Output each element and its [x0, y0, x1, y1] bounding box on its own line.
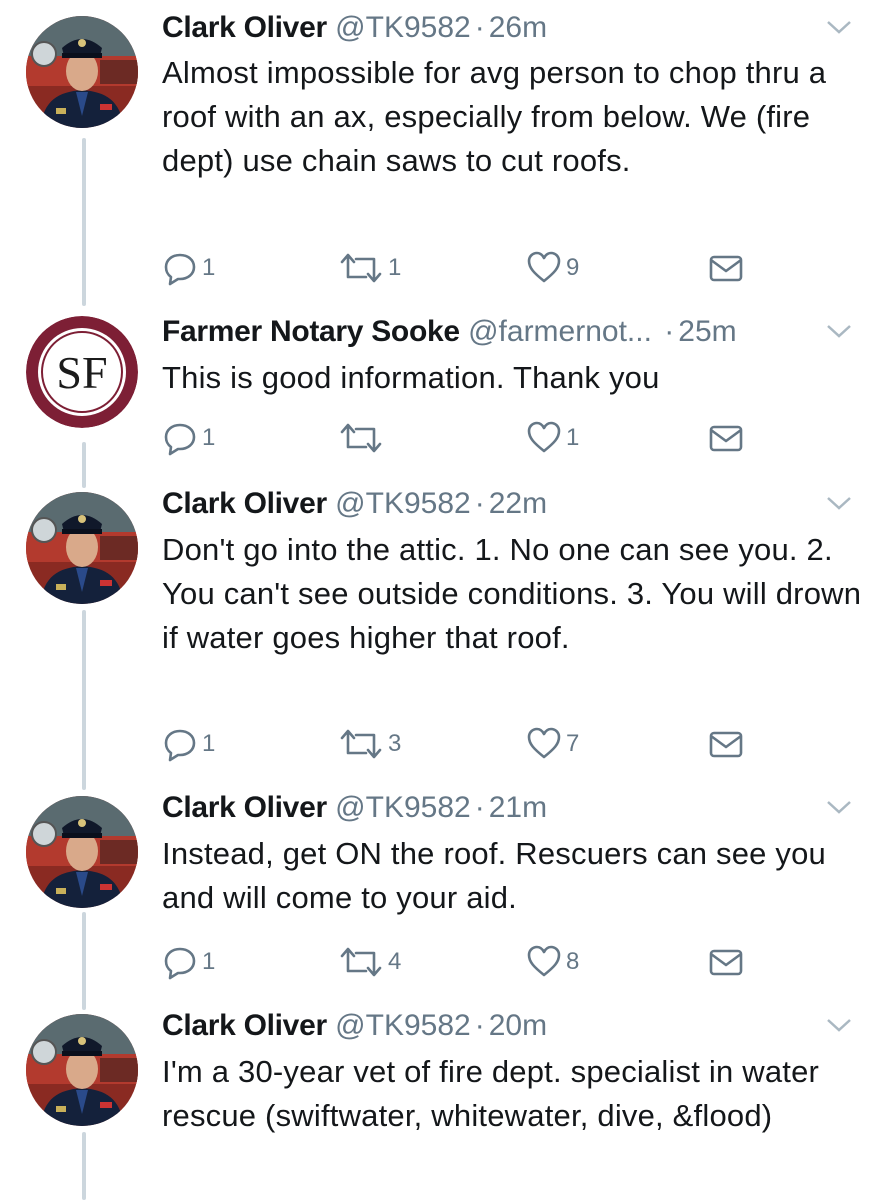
- author-name[interactable]: Farmer Notary Sooke: [162, 315, 460, 348]
- tweet-header: Clark Oliver @TK9582 · 22m: [162, 484, 861, 524]
- thread-line: [82, 442, 86, 488]
- chevron-down-icon[interactable]: [825, 492, 853, 514]
- reply-icon: [164, 947, 196, 980]
- reply-icon: [164, 423, 196, 456]
- avatar[interactable]: [26, 1014, 138, 1126]
- tweet-header: Clark Oliver @TK9582 · 26m: [162, 8, 861, 48]
- author-name[interactable]: Clark Oliver: [162, 487, 327, 520]
- like-button[interactable]: 8: [526, 944, 579, 980]
- tweet-header: Farmer Notary Sooke @farmernot... · 25m: [162, 312, 861, 352]
- message-button[interactable]: [708, 420, 744, 456]
- author-handle[interactable]: @TK9582: [335, 791, 471, 824]
- tweet-time[interactable]: 20m: [489, 1009, 547, 1042]
- tweet-actions: 1 3 7: [162, 726, 762, 762]
- retweet-icon: [340, 729, 382, 759]
- author-name[interactable]: Clark Oliver: [162, 1009, 327, 1042]
- tweet-time[interactable]: 26m: [489, 11, 547, 44]
- message-button[interactable]: [708, 944, 744, 980]
- thread-line: [82, 1132, 86, 1200]
- avatar[interactable]: [26, 16, 138, 128]
- avatar[interactable]: [26, 796, 138, 908]
- tweet-header: Clark Oliver @TK9582 · 20m: [162, 1006, 861, 1046]
- heart-icon: [527, 251, 561, 283]
- tweet-time[interactable]: 25m: [678, 315, 736, 348]
- like-button[interactable]: 9: [526, 250, 579, 286]
- separator-dot: ·: [474, 1009, 485, 1042]
- avatar[interactable]: [26, 492, 138, 604]
- reply-count: 1: [202, 254, 216, 281]
- like-count: 1: [566, 424, 580, 451]
- tweet-text: Almost impossible for avg person to chop…: [162, 55, 827, 178]
- heart-icon: [527, 727, 561, 759]
- separator-dot: ·: [664, 315, 675, 348]
- separator-dot: ·: [474, 791, 485, 824]
- retweet-icon: [340, 253, 382, 283]
- tweet-actions: 1 1 9: [162, 250, 762, 286]
- like-count: 8: [566, 948, 580, 975]
- retweet-count: 4: [388, 948, 402, 975]
- author-handle[interactable]: @farmernot...: [468, 315, 652, 348]
- avatar[interactable]: SF: [26, 316, 138, 428]
- tweet-text: Don't go into the attic. 1. No one can s…: [162, 532, 862, 655]
- separator-dot: ·: [474, 11, 485, 44]
- like-count: 9: [566, 254, 580, 281]
- reply-icon: [164, 253, 196, 286]
- author-handle[interactable]: @TK9582: [335, 1009, 471, 1042]
- retweet-icon: [340, 947, 382, 977]
- author-handle[interactable]: @TK9582: [335, 487, 471, 520]
- chevron-down-icon[interactable]: [825, 796, 853, 818]
- heart-icon: [527, 945, 561, 977]
- like-button[interactable]: 7: [526, 726, 579, 762]
- reply-count: 1: [202, 948, 216, 975]
- reply-icon: [164, 729, 196, 762]
- envelope-icon: [709, 949, 743, 976]
- retweet-button[interactable]: 1: [338, 250, 401, 286]
- tweet-time[interactable]: 22m: [489, 487, 547, 520]
- tweet-actions: 1 4 8: [162, 944, 762, 980]
- tweet-text: Instead, get ON the roof. Rescuers can s…: [162, 836, 826, 915]
- chevron-down-icon[interactable]: [825, 320, 853, 342]
- author-name[interactable]: Clark Oliver: [162, 791, 327, 824]
- tweet-header: Clark Oliver @TK9582 · 21m: [162, 788, 861, 828]
- tweet-text: I'm a 30-year vet of fire dept. speciali…: [162, 1054, 820, 1133]
- retweet-button[interactable]: 4: [338, 944, 401, 980]
- envelope-icon: [709, 731, 743, 758]
- reply-button[interactable]: 1: [162, 944, 215, 980]
- reply-button[interactable]: 1: [162, 726, 215, 762]
- thread-line: [82, 138, 86, 306]
- sf-logo-text: SF: [56, 347, 107, 398]
- like-count: 7: [566, 730, 580, 757]
- reply-count: 1: [202, 730, 216, 757]
- reply-count: 1: [202, 424, 216, 451]
- author-name[interactable]: Clark Oliver: [162, 11, 327, 44]
- reply-button[interactable]: 1: [162, 250, 215, 286]
- retweet-count: 1: [388, 254, 402, 281]
- tweet-actions: 1 1: [162, 420, 762, 456]
- like-button[interactable]: 1: [526, 420, 579, 456]
- tweet-time[interactable]: 21m: [489, 791, 547, 824]
- retweet-button[interactable]: 3: [338, 726, 401, 762]
- separator-dot: ·: [474, 487, 485, 520]
- message-button[interactable]: [708, 726, 744, 762]
- thread-line: [82, 912, 86, 1010]
- retweet-button[interactable]: [338, 420, 388, 456]
- retweet-count: 3: [388, 730, 402, 757]
- message-button[interactable]: [708, 250, 744, 286]
- author-handle[interactable]: @TK9582: [335, 11, 471, 44]
- chevron-down-icon[interactable]: [825, 1014, 853, 1036]
- reply-button[interactable]: 1: [162, 420, 215, 456]
- tweet-text: This is good information. Thank you: [162, 360, 660, 395]
- envelope-icon: [709, 255, 743, 282]
- envelope-icon: [709, 425, 743, 452]
- heart-icon: [527, 421, 561, 453]
- retweet-icon: [340, 423, 382, 453]
- thread-line: [82, 610, 86, 790]
- chevron-down-icon[interactable]: [825, 16, 853, 38]
